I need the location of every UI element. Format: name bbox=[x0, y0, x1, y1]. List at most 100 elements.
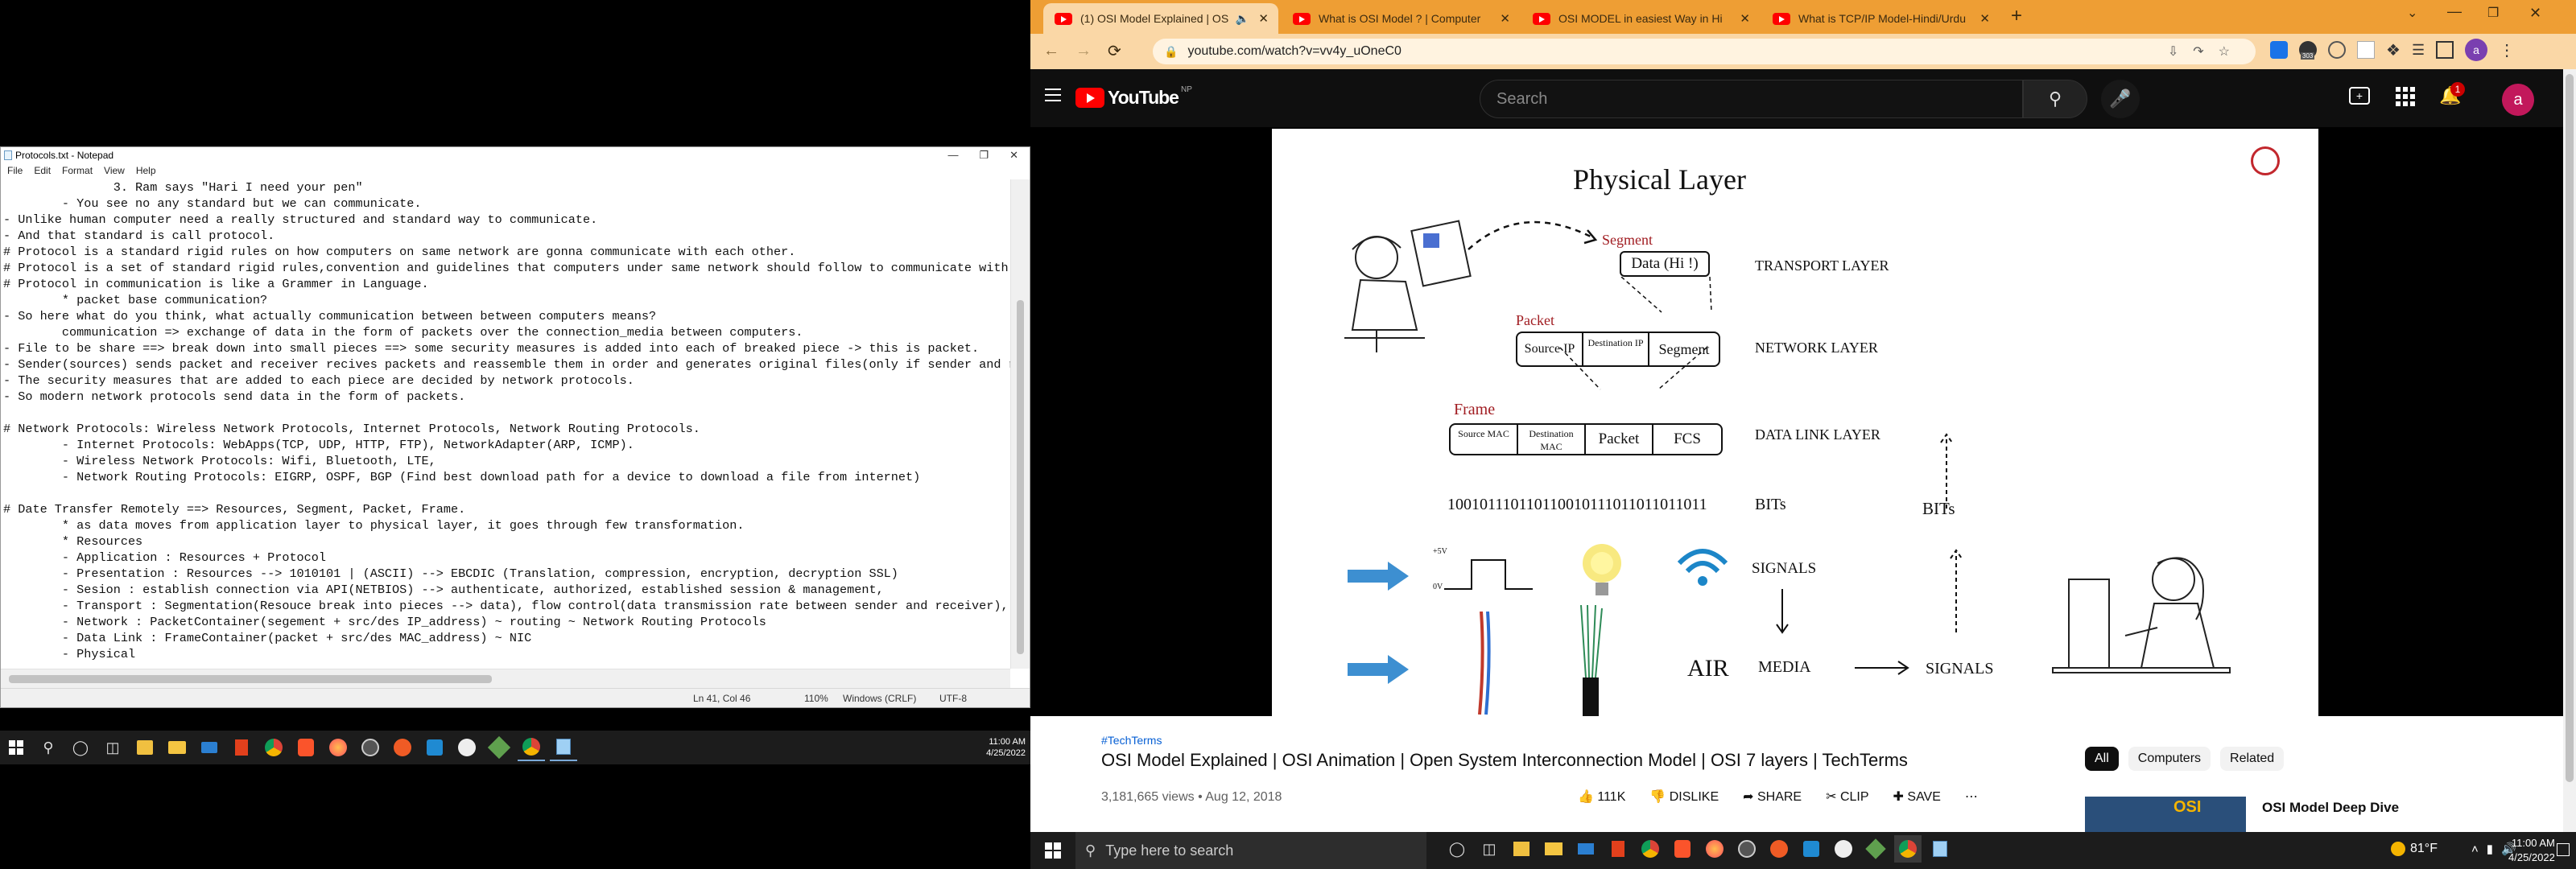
task-view-icon[interactable]: ◫ bbox=[1476, 835, 1503, 863]
notification-center-icon[interactable] bbox=[2557, 843, 2570, 856]
recommended-thumbnail[interactable]: OSI bbox=[2085, 797, 2246, 832]
cortana-icon[interactable]: ◯ bbox=[1443, 835, 1471, 863]
back-icon[interactable]: ← bbox=[1043, 42, 1059, 60]
clip-button[interactable]: ✂ CLIP bbox=[1826, 789, 1868, 805]
tab-osi-model-explained[interactable]: (1) OSI Model Explained | OS 🔈 ✕ bbox=[1043, 3, 1278, 34]
chip-all[interactable]: All bbox=[2085, 747, 2119, 771]
tab-osi-model-easiest[interactable]: OSI MODEL in easiest Way in Hi ✕ bbox=[1521, 3, 1760, 34]
youtube-search-input[interactable]: Search bbox=[1480, 80, 2023, 118]
store-icon[interactable] bbox=[131, 734, 159, 761]
weather-widget[interactable]: 81°F bbox=[2391, 842, 2438, 856]
tab-what-is-osi-model[interactable]: What is OSI Model ? | Computer ✕ bbox=[1282, 3, 1520, 34]
save-button[interactable]: ✚ SAVE bbox=[1893, 789, 1941, 805]
profile-avatar[interactable]: a bbox=[2465, 39, 2488, 61]
share-button[interactable]: ➦ SHARE bbox=[1743, 789, 1802, 805]
chrome-icon[interactable] bbox=[260, 734, 287, 761]
office-icon[interactable] bbox=[228, 734, 255, 761]
reading-list-icon[interactable]: ☰ bbox=[2412, 42, 2425, 59]
lock-icon[interactable]: 🔒 bbox=[1164, 45, 1178, 59]
more-actions-icon[interactable]: ⋯ bbox=[1965, 789, 1978, 805]
office-icon[interactable] bbox=[1604, 835, 1632, 863]
extension-icon[interactable] bbox=[2328, 41, 2346, 59]
window-restore-icon[interactable]: ❐ bbox=[2487, 5, 2499, 21]
close-tab-icon[interactable]: ✕ bbox=[1979, 11, 1990, 26]
more-menu-icon[interactable]: ⋮ bbox=[2499, 40, 2515, 60]
search-icon[interactable]: ⚲ bbox=[35, 734, 62, 761]
account-avatar[interactable]: a bbox=[2502, 84, 2534, 116]
brave-icon[interactable] bbox=[1669, 835, 1696, 863]
window-minimize-icon[interactable]: — bbox=[2447, 3, 2462, 20]
notepad-taskbar-icon[interactable] bbox=[550, 734, 577, 761]
address-bar[interactable]: 🔒 youtube.com/watch?v=vv4y_uOneC0 ⇩↷☆ bbox=[1153, 39, 2256, 64]
firefox-icon[interactable] bbox=[324, 734, 352, 761]
menu-help[interactable]: Help bbox=[136, 165, 156, 176]
address-actions[interactable]: ⇩↷☆ bbox=[2168, 43, 2244, 60]
right-clock[interactable]: 11:00 AM 4/25/2022 bbox=[2508, 836, 2555, 865]
left-clock[interactable]: 11:00 AM 4/25/2022 bbox=[986, 736, 1030, 759]
reload-icon[interactable]: ⟳ bbox=[1108, 41, 1121, 61]
create-video-icon[interactable]: + bbox=[2349, 87, 2370, 105]
vertical-scrollbar[interactable] bbox=[1010, 179, 1030, 669]
store-icon[interactable] bbox=[1508, 835, 1535, 863]
search-button[interactable]: ⚲ bbox=[2023, 80, 2087, 118]
tab-tcp-ip-model[interactable]: What is TCP/IP Model-Hindi/Urdu ✕ bbox=[1761, 3, 2000, 34]
vscode-icon[interactable] bbox=[421, 734, 448, 761]
menu-format[interactable]: Format bbox=[62, 165, 93, 176]
audio-icon[interactable]: 🔈 bbox=[1236, 12, 1249, 26]
extension-icon[interactable] bbox=[2357, 41, 2375, 59]
close-tab-icon[interactable]: ✕ bbox=[1740, 11, 1750, 26]
close-icon[interactable]: ✕ bbox=[1009, 149, 1018, 162]
menu-view[interactable]: View bbox=[104, 165, 125, 176]
menu-edit[interactable]: Edit bbox=[34, 165, 51, 176]
page-scrollbar[interactable] bbox=[2563, 69, 2576, 832]
chrome-icon[interactable] bbox=[1637, 835, 1664, 863]
mail-icon[interactable] bbox=[1572, 835, 1600, 863]
vscode-icon[interactable] bbox=[1798, 835, 1825, 863]
new-tab-button[interactable]: + bbox=[2011, 5, 2022, 27]
maximize-icon[interactable]: ❐ bbox=[979, 149, 989, 162]
git-icon[interactable] bbox=[453, 734, 481, 761]
side-panel-icon[interactable] bbox=[2436, 41, 2454, 59]
obs-icon[interactable] bbox=[357, 734, 384, 761]
postman-icon[interactable] bbox=[1765, 835, 1793, 863]
dislike-button[interactable]: 👎 DISLIKE bbox=[1649, 789, 1719, 805]
scroll-thumb[interactable] bbox=[2566, 74, 2574, 782]
extension-badge-icon[interactable]: 303 bbox=[2299, 41, 2317, 60]
puzzle-icon[interactable]: ❖ bbox=[2386, 40, 2401, 60]
video-frame[interactable]: Physical Layer Segment Data (Hi !) TRANS… bbox=[1272, 129, 2318, 716]
apps-grid-icon[interactable] bbox=[2396, 87, 2415, 106]
notepad-taskbar-icon[interactable] bbox=[1926, 835, 1954, 863]
chrome-active-icon[interactable] bbox=[518, 734, 545, 761]
menu-file[interactable]: File bbox=[7, 165, 23, 176]
forward-icon[interactable]: → bbox=[1075, 42, 1092, 60]
node-icon[interactable] bbox=[485, 734, 513, 761]
firefox-icon[interactable] bbox=[1701, 835, 1728, 863]
mail-icon[interactable] bbox=[196, 734, 223, 761]
like-button[interactable]: 👍 111K bbox=[1578, 789, 1625, 805]
chip-computers[interactable]: Computers bbox=[2128, 747, 2211, 771]
node-icon[interactable] bbox=[1862, 835, 1889, 863]
task-view-icon[interactable]: ◫ bbox=[99, 734, 126, 761]
horizontal-scrollbar[interactable] bbox=[1, 669, 1010, 688]
scroll-thumb[interactable] bbox=[1017, 300, 1024, 654]
file-explorer-icon[interactable] bbox=[1540, 835, 1567, 863]
minimize-icon[interactable]: — bbox=[947, 149, 958, 162]
obs-icon[interactable] bbox=[1733, 835, 1761, 863]
hashtag-link[interactable]: #TechTerms bbox=[1101, 734, 1162, 747]
brave-icon[interactable] bbox=[292, 734, 320, 761]
youtube-logo[interactable]: YouTube NP bbox=[1075, 85, 1192, 109]
postman-icon[interactable] bbox=[389, 734, 416, 761]
windows-start-icon[interactable] bbox=[1045, 842, 1061, 863]
windows-start-icon[interactable] bbox=[2, 734, 30, 761]
close-tab-icon[interactable]: ✕ bbox=[1258, 11, 1269, 26]
window-close-icon[interactable]: ✕ bbox=[2529, 5, 2541, 22]
taskbar-search-box[interactable]: ⚲ Type here to search bbox=[1075, 832, 1426, 869]
hamburger-menu-icon[interactable] bbox=[1045, 89, 1061, 101]
close-tab-icon[interactable]: ✕ bbox=[1500, 11, 1510, 26]
chrome-active-icon[interactable] bbox=[1894, 835, 1922, 863]
git-icon[interactable] bbox=[1830, 835, 1857, 863]
chip-related[interactable]: Related bbox=[2220, 747, 2285, 771]
cortana-icon[interactable]: ◯ bbox=[67, 734, 94, 761]
file-explorer-icon[interactable] bbox=[163, 734, 191, 761]
extension-icon[interactable] bbox=[2270, 41, 2288, 59]
